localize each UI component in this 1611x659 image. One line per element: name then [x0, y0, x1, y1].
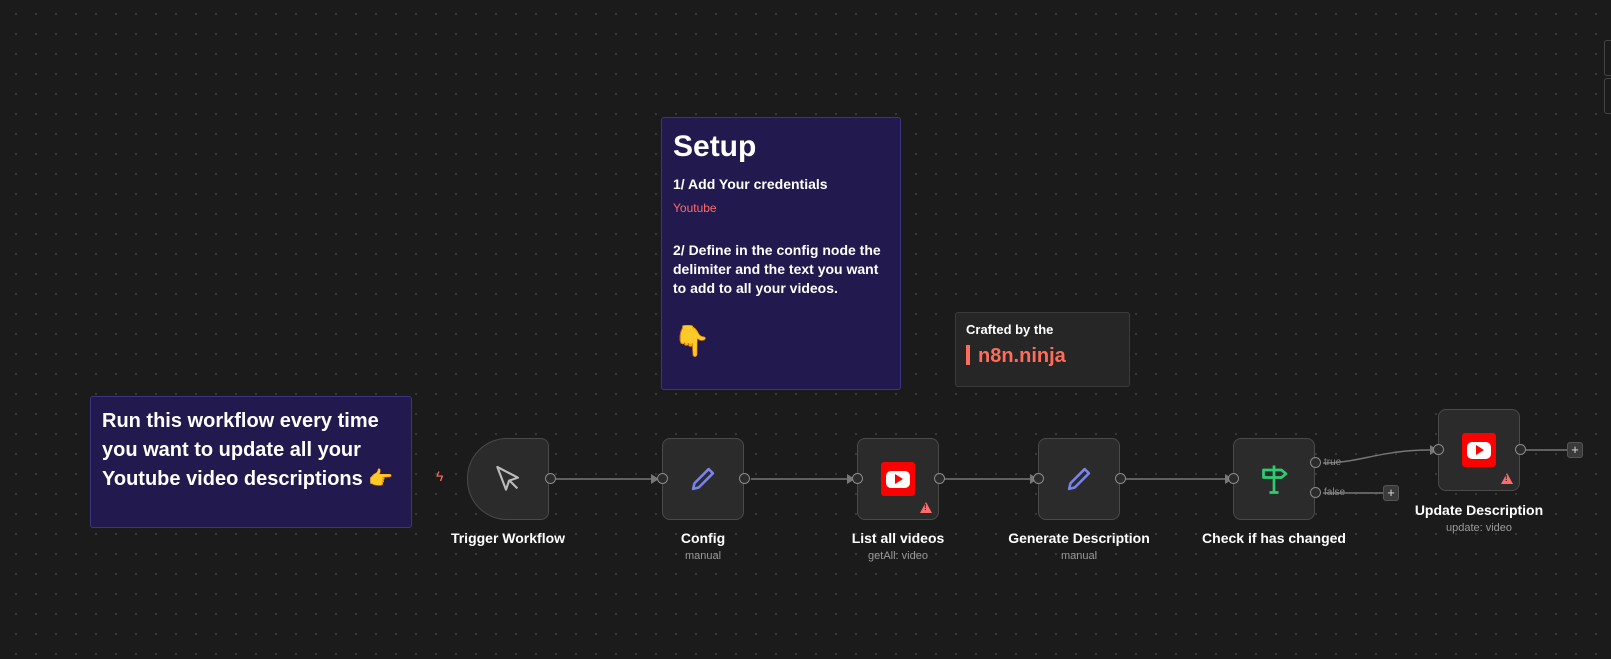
list-label: List all videos: [851, 530, 945, 546]
update-output-port[interactable]: [1515, 444, 1526, 455]
check-true-port[interactable]: [1310, 457, 1321, 468]
check-false-port[interactable]: [1310, 487, 1321, 498]
youtube-icon: [881, 462, 915, 496]
cursor-icon: [496, 465, 520, 491]
generate-input-port[interactable]: [1033, 473, 1044, 484]
config-label: Config: [680, 530, 726, 546]
check-label: Check if has changed: [1202, 530, 1346, 546]
list-output-port[interactable]: [934, 473, 945, 484]
run-note-text: Run this workflow every time you want to…: [102, 410, 394, 490]
config-output-port[interactable]: [739, 473, 750, 484]
node-trigger-workflow[interactable]: [467, 438, 549, 520]
setup-step2: 2/ Define in the config node the delimit…: [673, 242, 881, 296]
crafted-by-note[interactable]: Crafted by the n8n.ninja: [955, 312, 1130, 387]
branch-true-label: true: [1324, 457, 1342, 468]
warning-icon[interactable]: [920, 502, 932, 513]
youtube-icon: [1462, 433, 1496, 467]
pencil-icon: [691, 467, 715, 491]
brand-name[interactable]: n8n.ninja: [978, 345, 1066, 367]
trigger-output-port[interactable]: [545, 473, 556, 484]
list-sub: getAll: video: [868, 550, 928, 562]
list-input-port[interactable]: [852, 473, 863, 484]
trigger-label: Trigger Workflow: [450, 530, 566, 546]
branch-false-label: false: [1324, 487, 1346, 498]
config-input-port[interactable]: [657, 473, 668, 484]
update-sub: update: video: [1445, 522, 1513, 534]
node-config[interactable]: [662, 438, 744, 520]
add-next-node-button[interactable]: +: [1567, 442, 1583, 458]
update-input-port[interactable]: [1433, 444, 1444, 455]
add-false-node-button[interactable]: +: [1383, 485, 1399, 501]
trigger-bolt-icon: ϟ: [436, 468, 444, 484]
generate-label: Generate Description: [1008, 530, 1150, 546]
youtube-credential-link[interactable]: Youtube: [673, 201, 889, 215]
config-sub: manual: [684, 550, 722, 562]
generate-sub: manual: [1060, 550, 1098, 562]
setup-step1: 1/ Add Your credentials: [673, 176, 828, 192]
warning-icon[interactable]: [1501, 473, 1513, 484]
node-check-if-changed[interactable]: [1233, 438, 1315, 520]
signpost-icon: [1262, 465, 1288, 494]
ninja-logo-icon: [966, 345, 970, 365]
node-list-all-videos[interactable]: [857, 438, 939, 520]
node-update-description[interactable]: [1438, 409, 1520, 491]
pointing-down-icon: 👇: [673, 324, 711, 358]
setup-title: Setup: [673, 130, 757, 163]
crafted-by-brand: n8n.ninja: [966, 345, 1119, 368]
generate-output-port[interactable]: [1115, 473, 1126, 484]
node-generate-description[interactable]: [1038, 438, 1120, 520]
crafted-by-label: Crafted by the: [966, 322, 1054, 337]
check-input-port[interactable]: [1228, 473, 1239, 484]
pencil-icon: [1067, 467, 1091, 491]
setup-sticky-note[interactable]: Setup 1/ Add Your credentials Youtube 2/…: [661, 117, 901, 390]
run-sticky-note[interactable]: Run this workflow every time you want to…: [90, 396, 412, 528]
update-label: Update Description: [1414, 502, 1544, 518]
